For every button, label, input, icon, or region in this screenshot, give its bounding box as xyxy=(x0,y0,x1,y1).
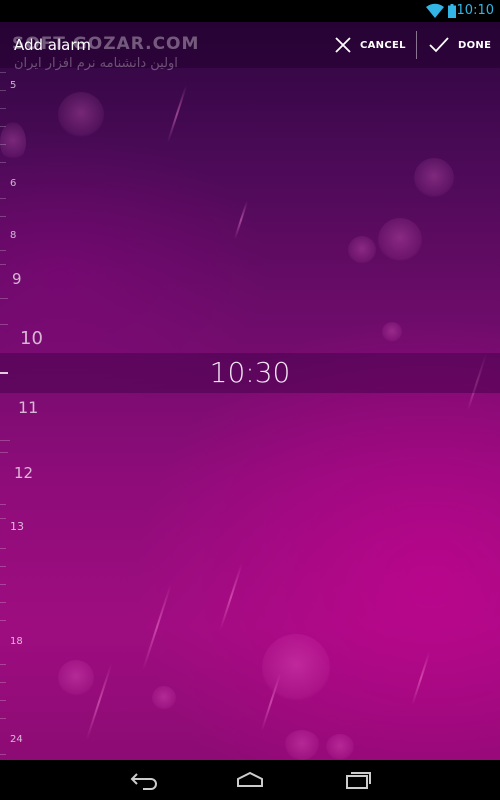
back-icon xyxy=(130,773,157,790)
ruler-tick xyxy=(0,144,6,145)
status-time: 10:10 xyxy=(456,3,494,18)
ruler-tick xyxy=(0,108,6,109)
bokeh-bubble xyxy=(152,686,176,710)
ruler-tick xyxy=(0,90,6,91)
ruler-label: 12 xyxy=(14,464,34,482)
watermark-subtitle: اولین دانشنامه نرم افزار ایران xyxy=(14,56,178,71)
ruler-tick xyxy=(0,440,10,441)
ruler-tick xyxy=(0,452,8,453)
bokeh-bubble xyxy=(378,218,422,262)
close-icon xyxy=(335,37,351,53)
status-bar: 10:10 xyxy=(0,0,500,22)
ruler-tick xyxy=(0,682,6,683)
bokeh-bubble xyxy=(382,322,402,342)
check-icon xyxy=(429,37,449,53)
done-button[interactable]: DONE xyxy=(428,22,491,68)
ruler-tick xyxy=(0,754,6,755)
ruler-label: 18 xyxy=(10,636,23,647)
light-streak xyxy=(233,200,249,240)
ruler-label: 9 xyxy=(12,270,22,288)
ruler-tick xyxy=(0,126,6,127)
back-button[interactable] xyxy=(124,768,164,792)
ruler-tick xyxy=(0,504,6,505)
done-label: DONE xyxy=(458,39,492,51)
ruler-tick xyxy=(0,198,6,199)
selected-time-band[interactable]: 10:30 xyxy=(0,353,500,393)
light-streak xyxy=(219,563,243,631)
ruler-tick xyxy=(0,584,6,585)
bokeh-bubble xyxy=(284,730,320,760)
time-ruler[interactable]: 5 6 8 9 10 11 12 13 18 24 xyxy=(0,68,60,760)
ruler-tick xyxy=(0,216,6,217)
ruler-tick xyxy=(0,298,8,299)
ruler-label: 5 xyxy=(10,80,17,91)
battery-icon xyxy=(448,4,456,18)
ruler-tick xyxy=(0,620,6,621)
selected-time: 10:30 xyxy=(209,356,291,389)
light-streak xyxy=(411,651,431,705)
cancel-button[interactable]: CANCEL xyxy=(334,22,406,68)
ruler-label: 6 xyxy=(10,178,17,189)
ruler-tick xyxy=(0,566,6,567)
ruler-label: 11 xyxy=(18,398,39,417)
action-bar: SOFT GOZAR.COM اولین دانشنامه نرم افزار … xyxy=(0,22,500,71)
ruler-tick xyxy=(0,700,6,701)
recent-apps-icon xyxy=(346,772,371,789)
ruler-tick xyxy=(0,324,8,325)
ruler-tick xyxy=(0,518,6,519)
navigation-bar xyxy=(0,760,500,800)
home-button[interactable] xyxy=(230,768,270,792)
home-icon xyxy=(237,771,263,787)
ruler-label: 24 xyxy=(10,734,23,745)
cancel-label: CANCEL xyxy=(360,39,406,51)
ruler-label: 13 xyxy=(10,520,24,533)
ruler-label: 10 xyxy=(20,328,43,349)
ruler-tick xyxy=(0,72,6,73)
ruler-tick xyxy=(0,250,6,251)
ruler-tick xyxy=(0,162,6,163)
bokeh-bubble xyxy=(414,158,454,198)
wifi-icon xyxy=(426,3,444,19)
ruler-tick xyxy=(0,664,6,665)
ruler-label: 8 xyxy=(10,230,17,241)
action-divider xyxy=(416,31,417,59)
light-streak xyxy=(166,85,188,143)
bokeh-bubble xyxy=(348,236,376,264)
bokeh-bubble xyxy=(58,92,104,138)
ruler-tick xyxy=(0,718,6,719)
recent-apps-button[interactable] xyxy=(338,768,378,792)
light-streak xyxy=(142,583,172,671)
ruler-tick xyxy=(0,602,6,603)
bokeh-bubble xyxy=(58,660,94,696)
action-bar-title: Add alarm xyxy=(14,36,91,54)
ruler-tick xyxy=(0,548,6,549)
bokeh-bubble xyxy=(326,734,354,760)
ruler-tick xyxy=(0,264,6,265)
